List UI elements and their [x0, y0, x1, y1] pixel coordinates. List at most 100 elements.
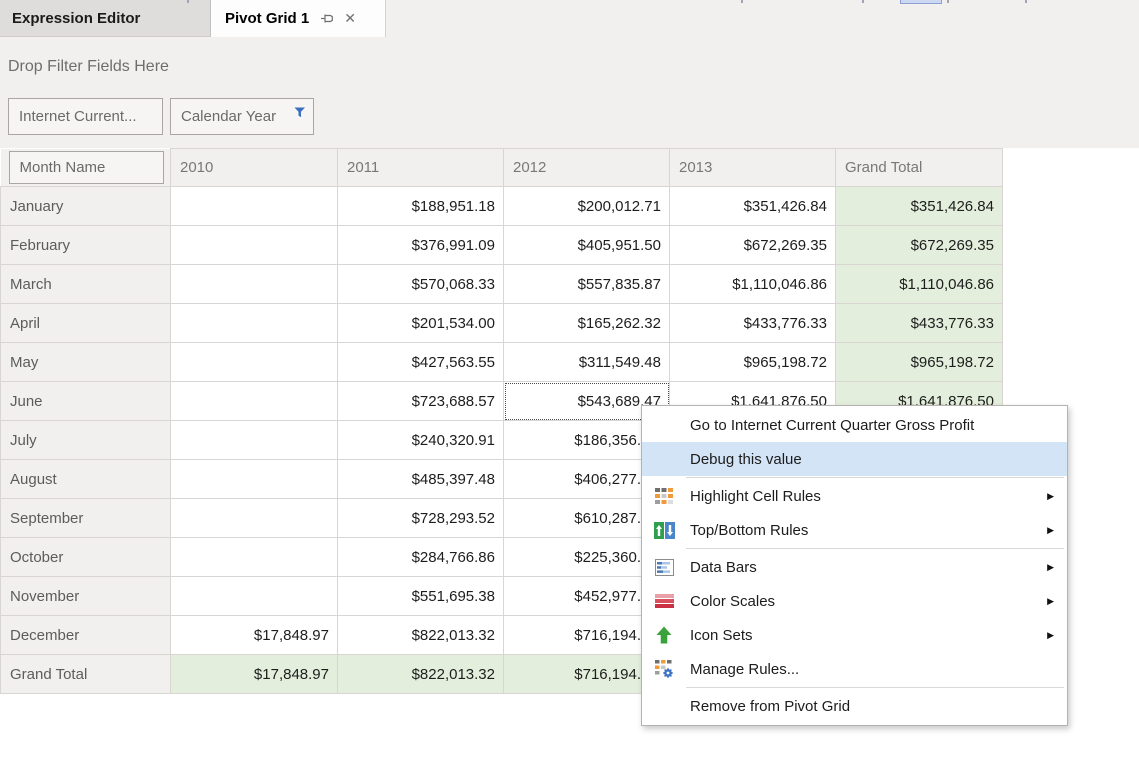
pivot-cell-may-2010[interactable] — [171, 343, 338, 382]
menu-item-icon-sets[interactable]: Icon Sets ▶ — [642, 618, 1067, 652]
top-area: Expression Editor Pivot Grid 1 ✕ Drop Fi… — [0, 0, 1139, 148]
pivot-cell-may-2011[interactable]: $427,563.55 — [338, 343, 504, 382]
menu-item-label: Manage Rules... — [690, 661, 799, 678]
column-header-2013[interactable]: 2013 — [670, 149, 836, 187]
row-header-february[interactable]: February — [1, 226, 171, 265]
row-header-november[interactable]: November — [1, 577, 171, 616]
month-name-label: Month Name — [20, 159, 106, 176]
filter-field-internet-current[interactable]: Internet Current... — [8, 98, 163, 135]
column-header-2011[interactable]: 2011 — [338, 149, 504, 187]
row-header-april[interactable]: April — [1, 304, 171, 343]
toolbar-artifact — [1025, 0, 1027, 3]
pin-icon[interactable] — [320, 12, 335, 25]
pivot-cell-february-2011[interactable]: $376,991.09 — [338, 226, 504, 265]
menu-item-highlight-cell-rules[interactable]: Highlight Cell Rules▶ — [642, 479, 1067, 513]
row-header-march[interactable]: March — [1, 265, 171, 304]
pivot-cell-june-2010[interactable] — [171, 382, 338, 421]
pivot-cell-october-2010[interactable] — [171, 538, 338, 577]
tab-label: Expression Editor — [12, 10, 140, 27]
pivot-cell-may-2012[interactable]: $311,549.48 — [504, 343, 670, 382]
drop-filter-fields-label: Drop Filter Fields Here — [8, 58, 169, 76]
pivot-cell-march-grand-total[interactable]: $1,110,046.86 — [836, 265, 1003, 304]
row-header-december[interactable]: December — [1, 616, 171, 655]
filter-funnel-icon[interactable] — [294, 105, 306, 122]
submenu-arrow-icon: ▶ — [1047, 562, 1054, 573]
toolbar-artifact — [741, 0, 743, 3]
submenu-arrow-icon: ▶ — [1047, 596, 1054, 607]
pivot-cell-november-2010[interactable] — [171, 577, 338, 616]
pivot-cell-january-2010[interactable] — [171, 187, 338, 226]
pivot-cell-march-2010[interactable] — [171, 265, 338, 304]
column-header-2010[interactable]: 2010 — [171, 149, 338, 187]
menu-item-manage-rules[interactable]: Manage Rules... — [642, 652, 1067, 686]
context-menu: Go to Internet Current Quarter Gross Pro… — [641, 405, 1068, 726]
field-label: Calendar Year — [181, 108, 276, 125]
pivot-cell-july-2011[interactable]: $240,320.91 — [338, 421, 504, 460]
pivot-cell-may-grand-total[interactable]: $965,198.72 — [836, 343, 1003, 382]
row-header-june[interactable]: June — [1, 382, 171, 421]
row-header-grand-total[interactable]: Grand Total — [1, 655, 171, 694]
data-bars-icon — [651, 559, 677, 576]
pivot-cell-grand-total-2011[interactable]: $822,013.32 — [338, 655, 504, 694]
row-header-july[interactable]: July — [1, 421, 171, 460]
menu-separator — [686, 477, 1064, 478]
toolbar-artifact — [862, 0, 864, 3]
tab-pivot-grid-1[interactable]: Pivot Grid 1 ✕ — [211, 0, 386, 37]
tab-expression-editor[interactable]: Expression Editor — [0, 0, 211, 37]
pivot-cell-march-2012[interactable]: $557,835.87 — [504, 265, 670, 304]
menu-item-data-bars[interactable]: Data Bars▶ — [642, 550, 1067, 584]
pivot-cell-april-2010[interactable] — [171, 304, 338, 343]
row-header-october[interactable]: October — [1, 538, 171, 577]
pivot-cell-june-2011[interactable]: $723,688.57 — [338, 382, 504, 421]
pivot-cell-march-2013[interactable]: $1,110,046.86 — [670, 265, 836, 304]
menu-item-debug-this-value[interactable]: Debug this value — [642, 442, 1067, 476]
month-name-field-button[interactable]: Month Name — [9, 151, 164, 184]
pivot-cell-august-2011[interactable]: $485,397.48 — [338, 460, 504, 499]
pivot-cell-february-grand-total[interactable]: $672,269.35 — [836, 226, 1003, 265]
submenu-arrow-icon: ▶ — [1047, 525, 1054, 536]
pivot-cell-february-2013[interactable]: $672,269.35 — [670, 226, 836, 265]
pivot-cell-august-2010[interactable] — [171, 460, 338, 499]
tab-strip: Expression Editor Pivot Grid 1 ✕ — [0, 0, 1139, 37]
close-icon[interactable]: ✕ — [344, 10, 356, 27]
menu-item-top-bottom-rules[interactable]: Top/Bottom Rules▶ — [642, 513, 1067, 547]
row-header-may[interactable]: May — [1, 343, 171, 382]
submenu-arrow-icon: ▶ — [1047, 630, 1054, 641]
menu-item-label: Icon Sets — [690, 627, 753, 644]
pivot-cell-october-2011[interactable]: $284,766.86 — [338, 538, 504, 577]
pivot-cell-november-2011[interactable]: $551,695.38 — [338, 577, 504, 616]
menu-item-label: Color Scales — [690, 593, 775, 610]
column-header-2012[interactable]: 2012 — [504, 149, 670, 187]
pivot-cell-february-2010[interactable] — [171, 226, 338, 265]
column-header-grand-total[interactable]: Grand Total — [836, 149, 1003, 187]
toolbar-artifact-blue — [900, 0, 942, 4]
pivot-cell-april-grand-total[interactable]: $433,776.33 — [836, 304, 1003, 343]
pivot-cell-july-2010[interactable] — [171, 421, 338, 460]
pivot-cell-april-2013[interactable]: $433,776.33 — [670, 304, 836, 343]
menu-item-go-to-internet-current-quarter-gross-profit[interactable]: Go to Internet Current Quarter Gross Pro… — [642, 408, 1067, 442]
field-label: Internet Current... — [19, 108, 137, 125]
row-header-august[interactable]: August — [1, 460, 171, 499]
menu-item-color-scales[interactable]: Color Scales ▶ — [642, 584, 1067, 618]
pivot-cell-april-2011[interactable]: $201,534.00 — [338, 304, 504, 343]
menu-separator — [686, 548, 1064, 549]
menu-item-label: Remove from Pivot Grid — [690, 698, 850, 715]
pivot-cell-february-2012[interactable]: $405,951.50 — [504, 226, 670, 265]
pivot-cell-january-grand-total[interactable]: $351,426.84 — [836, 187, 1003, 226]
pivot-cell-december-2011[interactable]: $822,013.32 — [338, 616, 504, 655]
pivot-cell-grand-total-2010[interactable]: $17,848.97 — [171, 655, 338, 694]
submenu-arrow-icon: ▶ — [1047, 491, 1054, 502]
pivot-cell-january-2012[interactable]: $200,012.71 — [504, 187, 670, 226]
row-header-january[interactable]: January — [1, 187, 171, 226]
row-header-september[interactable]: September — [1, 499, 171, 538]
pivot-cell-december-2010[interactable]: $17,848.97 — [171, 616, 338, 655]
pivot-cell-may-2013[interactable]: $965,198.72 — [670, 343, 836, 382]
menu-item-remove-from-pivot-grid[interactable]: Remove from Pivot Grid — [642, 689, 1067, 723]
pivot-cell-september-2010[interactable] — [171, 499, 338, 538]
filter-field-calendar-year[interactable]: Calendar Year — [170, 98, 314, 135]
pivot-cell-march-2011[interactable]: $570,068.33 — [338, 265, 504, 304]
pivot-cell-january-2011[interactable]: $188,951.18 — [338, 187, 504, 226]
pivot-cell-september-2011[interactable]: $728,293.52 — [338, 499, 504, 538]
pivot-cell-january-2013[interactable]: $351,426.84 — [670, 187, 836, 226]
pivot-cell-april-2012[interactable]: $165,262.32 — [504, 304, 670, 343]
